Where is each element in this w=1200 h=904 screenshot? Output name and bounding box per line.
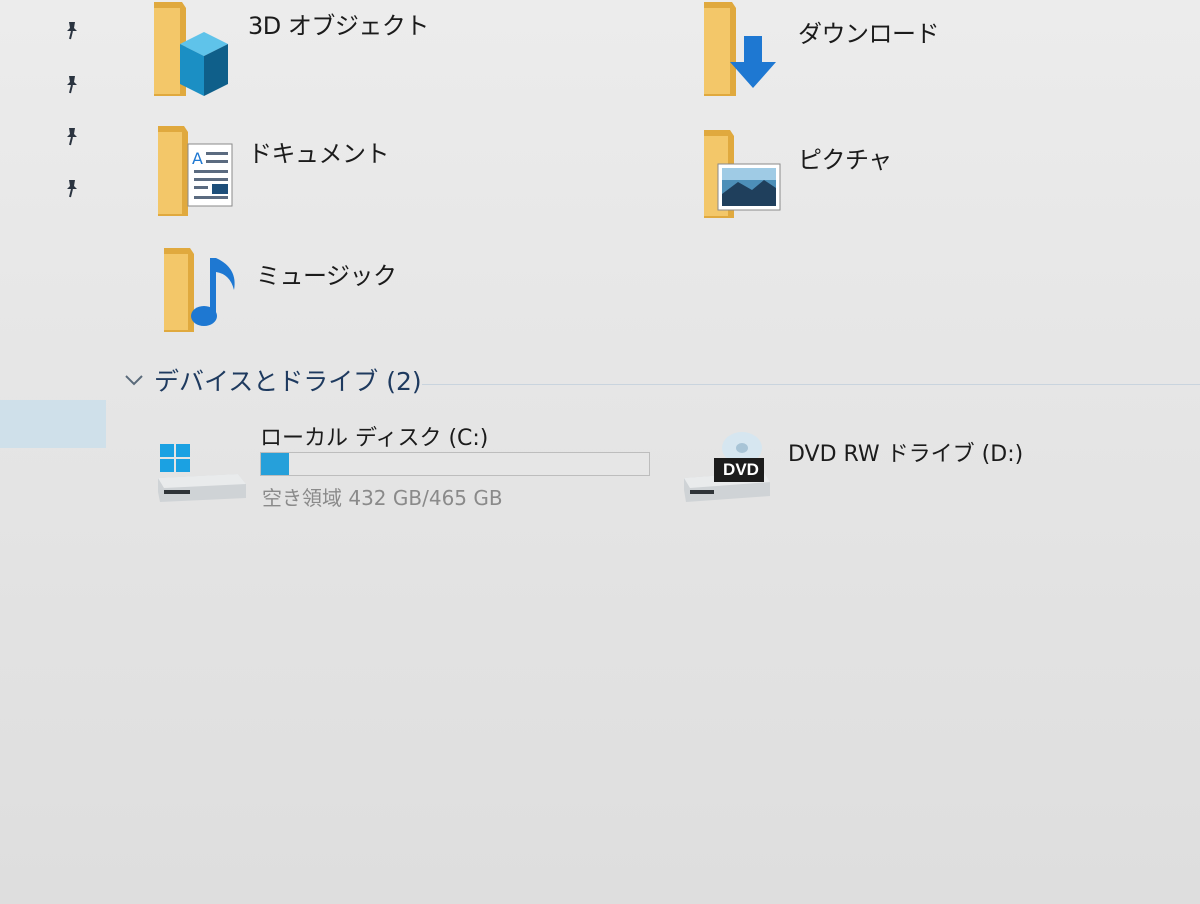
folder-label: ピクチャ [798, 146, 892, 174]
drive-d[interactable]: DVD DVD RW ドライブ (D:) [680, 420, 1100, 520]
drive-label: DVD RW ドライブ (D:) [788, 442, 1024, 467]
nav-selected-item[interactable] [0, 400, 106, 448]
folder-label: 3D オブジェクト [248, 12, 429, 40]
folder-label: ダウンロード [798, 20, 940, 48]
documents-folder-icon: A [158, 126, 233, 216]
chevron-down-icon[interactable] [122, 368, 146, 392]
navigation-pane [0, 0, 110, 904]
devices-group-header[interactable]: デバイスとドライブ (2) [122, 360, 1200, 400]
pin-icon[interactable] [62, 74, 82, 94]
drive-label: ローカル ディスク (C:) [260, 426, 489, 451]
folder-documents[interactable]: A ドキュメント [154, 124, 514, 224]
folder-label: ドキュメント [248, 140, 390, 168]
pin-icon[interactable] [62, 20, 82, 40]
pictures-folder-icon [704, 130, 781, 218]
downloads-folder-icon [704, 2, 776, 96]
capacity-bar-fill [261, 453, 289, 475]
3d-objects-folder-icon [154, 2, 228, 96]
folder-3d-objects[interactable]: 3D オブジェクト [150, 0, 510, 100]
folder-label: ミュージック [256, 262, 397, 290]
free-space-text: 空き領域 432 GB/465 GB [262, 486, 503, 510]
pin-icon[interactable] [62, 178, 82, 198]
content-pane: 3D オブジェクト ダウンロード A ドキュメント ピクチャ ミュージック デバ… [110, 0, 1200, 904]
group-divider [422, 384, 1200, 385]
svg-text:A: A [192, 149, 203, 168]
folder-downloads[interactable]: ダウンロード [700, 0, 1060, 100]
capacity-bar [260, 452, 650, 476]
folder-music[interactable]: ミュージック [160, 244, 520, 340]
dvd-badge: DVD [723, 460, 759, 479]
group-title: デバイスとドライブ (2) [154, 367, 422, 396]
pin-icon[interactable] [62, 126, 82, 146]
hard-drive-icon [158, 444, 246, 502]
music-folder-icon [164, 248, 235, 332]
folder-pictures[interactable]: ピクチャ [700, 124, 1060, 224]
